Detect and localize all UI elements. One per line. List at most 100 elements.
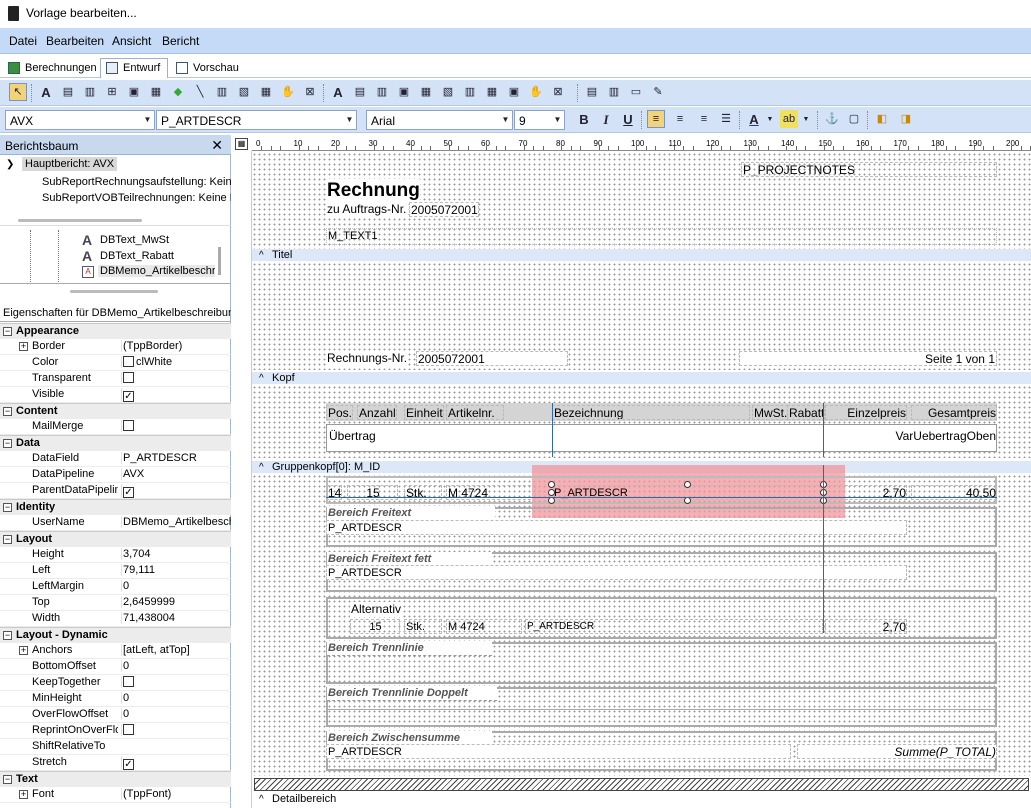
- tree-scrollbar[interactable]: [18, 219, 142, 222]
- prop-row[interactable]: LeftMargin 0: [0, 579, 231, 595]
- menu-datei[interactable]: Datei: [9, 34, 37, 48]
- resize-handle[interactable]: [684, 481, 691, 488]
- datafield-combo[interactable]: P_ARTDESCR ▼: [156, 110, 357, 130]
- dbcross-tool-icon[interactable]: ⊠: [549, 83, 567, 101]
- checkbox-unchecked[interactable]: [123, 724, 134, 735]
- tree-item-main[interactable]: Hauptbericht: AVX: [22, 157, 118, 171]
- summe-total-field[interactable]: Summe(P_TOTAL): [797, 744, 997, 759]
- prop-row[interactable]: KeepTogether: [0, 675, 231, 691]
- prop-value[interactable]: ✓: [121, 484, 231, 498]
- chevron-down-icon[interactable]: ▼: [801, 110, 811, 128]
- checkbox-unchecked[interactable]: [123, 420, 134, 431]
- prop-group-header[interactable]: − Content: [0, 403, 231, 419]
- checkbox-checked[interactable]: ✓: [123, 759, 134, 770]
- richtext-tool-icon[interactable]: ▥: [81, 83, 99, 101]
- prop-value[interactable]: [121, 676, 231, 688]
- prop-group-header[interactable]: − Identity: [0, 499, 231, 515]
- barcode-tool-icon[interactable]: ▥: [213, 83, 231, 101]
- prop-row[interactable]: Left 79,111: [0, 563, 231, 579]
- freitext-label[interactable]: Bereich Freitext: [327, 506, 495, 521]
- alt-artdescr[interactable]: P_ARTDESCR: [525, 619, 823, 634]
- chevron-down-icon[interactable]: ▼: [551, 111, 564, 129]
- seite-field[interactable]: Seite 1 von 1: [739, 351, 997, 366]
- prop-row[interactable]: MailMerge: [0, 419, 231, 435]
- checkbox-unchecked[interactable]: [123, 676, 134, 687]
- tab-berechnungen[interactable]: Berechnungen: [2, 58, 100, 78]
- collapse-icon[interactable]: −: [3, 503, 12, 512]
- prop-group-header[interactable]: − Layout - Dynamic: [0, 627, 231, 643]
- prop-value[interactable]: DBMemo_Artikelbeschr: [121, 516, 231, 528]
- anchor-icon[interactable]: ⚓: [823, 110, 841, 128]
- col-bezeichnung[interactable]: Bezeichnung: [552, 405, 750, 420]
- prop-row[interactable]: UserName DBMemo_Artikelbeschr: [0, 515, 231, 531]
- prop-value[interactable]: 2,6459999: [121, 596, 231, 608]
- alt-einheit[interactable]: Stk.: [404, 619, 442, 634]
- crossref-tool-icon[interactable]: ⊠: [301, 83, 319, 101]
- prop-value[interactable]: [121, 372, 231, 384]
- shape-tool-icon[interactable]: ◆: [169, 83, 187, 101]
- prop-row[interactable]: DataPipeline AVX: [0, 467, 231, 483]
- hand-tool-icon[interactable]: ✋: [279, 83, 297, 101]
- expand-icon[interactable]: +: [19, 790, 28, 799]
- font-size-combo[interactable]: 9 ▼: [514, 110, 565, 130]
- send-back-icon[interactable]: ◨: [897, 110, 915, 128]
- tree-item-subreport-1[interactable]: SubReportRechnungsaufstellung: Keine: [42, 176, 231, 188]
- alternativ-label[interactable]: Alternativ: [350, 602, 402, 617]
- col-einzelpreis[interactable]: Einzelpreis: [825, 405, 907, 420]
- resize-handle[interactable]: [548, 489, 555, 496]
- col-mwst[interactable]: MwSt.: [752, 405, 789, 420]
- italic-button[interactable]: I: [597, 110, 615, 128]
- collapse-icon[interactable]: −: [3, 407, 12, 416]
- prop-row[interactable]: + Border (TppBorder): [0, 339, 231, 355]
- resize-handle[interactable]: [684, 497, 691, 504]
- bold-button[interactable]: B: [575, 110, 593, 128]
- resize-handle[interactable]: [548, 497, 555, 504]
- font-name-combo[interactable]: Arial ▼: [366, 110, 513, 130]
- prop-value[interactable]: clWhite: [121, 356, 231, 368]
- col-artikelnr[interactable]: Artikelnr.: [446, 405, 504, 420]
- tree-item-subreport-2[interactable]: SubReportVOBTeilrechnungen: Keine D: [42, 192, 231, 204]
- prop-value[interactable]: ✓: [121, 756, 231, 770]
- prop-row[interactable]: Visible ✓: [0, 387, 231, 403]
- prop-value[interactable]: [atLeft, atTop]: [121, 644, 231, 656]
- prop-row[interactable]: Width 71,438004: [0, 611, 231, 627]
- collapse-icon[interactable]: −: [3, 327, 12, 336]
- line-tool-icon[interactable]: ╲: [191, 83, 209, 101]
- prop-value[interactable]: (TppFont): [121, 788, 231, 800]
- band-detailbereich[interactable]: Detailbereich: [252, 793, 1031, 806]
- dbmemo-tool-icon[interactable]: ▥: [373, 83, 391, 101]
- align-right-icon[interactable]: ≡: [695, 110, 713, 128]
- freitext-fett-field[interactable]: P_ARTDESCR: [326, 565, 907, 580]
- prop-group-header[interactable]: − Text: [0, 771, 231, 787]
- dbrichtext-tool-icon[interactable]: ▣: [395, 83, 413, 101]
- tree-scrollbar[interactable]: [218, 247, 221, 275]
- prop-value[interactable]: 71,438004: [121, 612, 231, 624]
- underline-button[interactable]: U: [619, 110, 637, 128]
- alt-anzahl[interactable]: 15: [350, 619, 400, 634]
- align-left-icon[interactable]: ≡: [647, 110, 665, 128]
- rechnungs-nr-value[interactable]: 2005072001: [416, 351, 568, 366]
- variable-tool-icon[interactable]: ▣: [125, 83, 143, 101]
- col-rabatt[interactable]: Rabatt: [787, 405, 826, 420]
- prop-value[interactable]: AVX: [121, 468, 231, 480]
- tab-entwurf[interactable]: Entwurf: [100, 58, 168, 78]
- expand-icon[interactable]: +: [19, 342, 28, 351]
- menu-bericht[interactable]: Bericht: [162, 34, 199, 48]
- memo-tool-icon[interactable]: ▤: [59, 83, 77, 101]
- prop-row[interactable]: MinHeight 0: [0, 691, 231, 707]
- chevron-down-icon[interactable]: ▼: [765, 110, 775, 128]
- band-titel[interactable]: Titel: [252, 249, 1031, 262]
- tree-component-artikel[interactable]: DBMemo_Artikelbeschre: [98, 265, 215, 277]
- dbhand-tool-icon[interactable]: ✋: [527, 83, 545, 101]
- image-tool-icon[interactable]: ▦: [147, 83, 165, 101]
- align-justify-icon[interactable]: ☰: [717, 110, 735, 128]
- checkbox-checked[interactable]: ✓: [123, 487, 134, 498]
- prop-row[interactable]: Stretch ✓: [0, 755, 231, 771]
- dbcheckbox-tool-icon[interactable]: ▣: [505, 83, 523, 101]
- band-kopf[interactable]: Kopf: [252, 372, 1031, 385]
- collapse-icon[interactable]: −: [3, 631, 12, 640]
- zwischensumme-field[interactable]: P_ARTDESCR: [326, 744, 791, 759]
- chart-tool-icon[interactable]: ▧: [235, 83, 253, 101]
- chevron-down-icon[interactable]: ▼: [141, 111, 154, 129]
- tab-vorschau[interactable]: Vorschau: [170, 58, 242, 78]
